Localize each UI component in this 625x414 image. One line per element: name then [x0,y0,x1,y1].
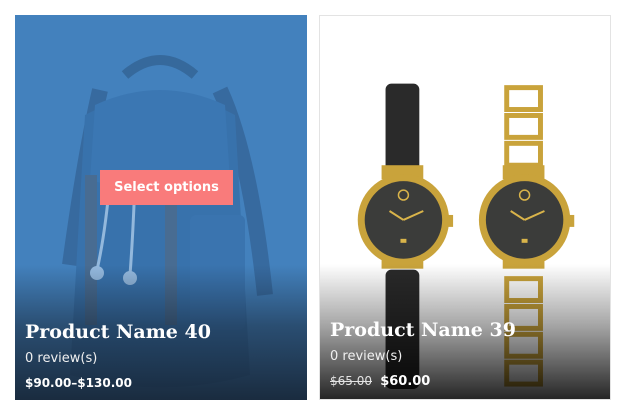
review-count: 0 review(s) [25,351,98,366]
old-price: $65.00 [330,374,372,388]
review-count: 0 review(s) [330,349,403,364]
product-info: Product Name 39 0 review(s) $65.00 $60.0… [330,320,600,389]
sale-price: $60.00 [380,374,431,389]
product-info: Product Name 40 0 review(s) $90.00–$130.… [25,322,297,390]
product-card-40[interactable]: Select options Product Name 40 0 review(… [15,15,307,400]
product-card-39[interactable]: Product Name 39 0 review(s) $65.00 $60.0… [319,15,611,400]
price: $65.00 $60.00 [330,374,600,389]
price-range: $90.00–$130.00 [25,376,132,390]
select-options-button[interactable]: Select options [100,170,233,205]
product-title[interactable]: Product Name 40 [25,322,297,343]
product-title[interactable]: Product Name 39 [330,320,600,341]
